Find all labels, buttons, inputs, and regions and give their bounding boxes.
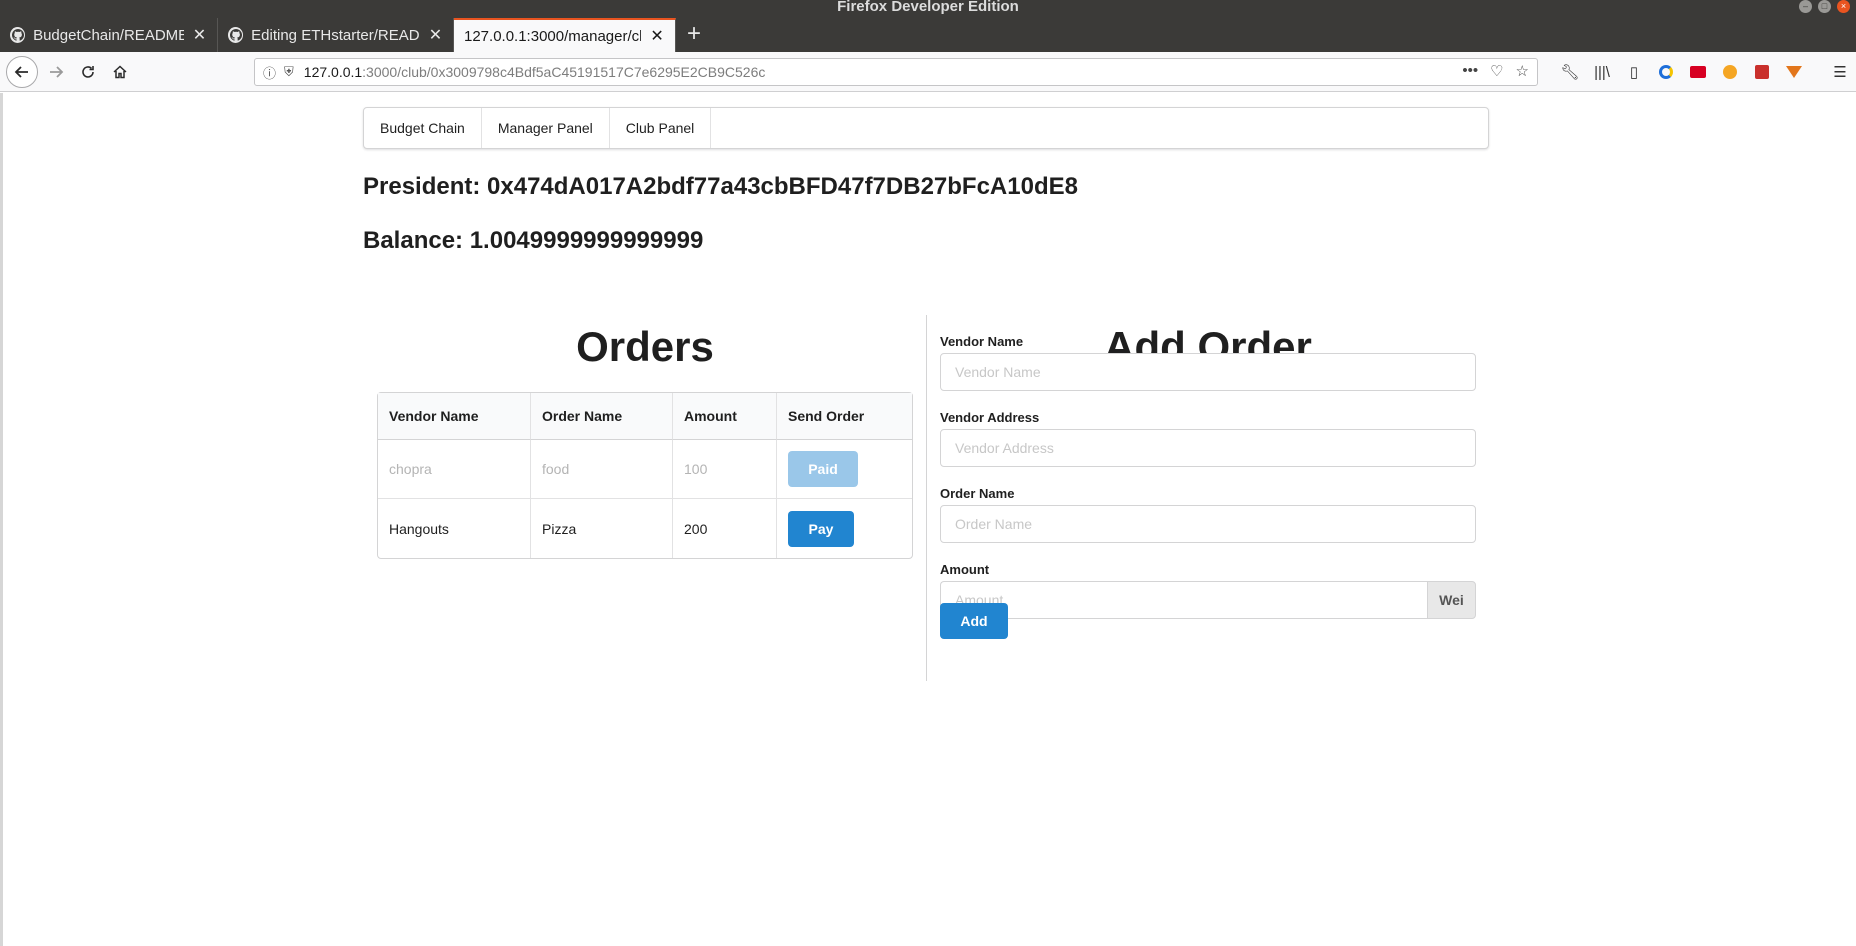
extension-icon[interactable]: [1720, 62, 1740, 82]
amount-input[interactable]: [940, 581, 1427, 619]
metamask-icon[interactable]: [1784, 62, 1804, 82]
send-order-cell: Paid: [777, 440, 912, 499]
amount-label: Amount: [940, 562, 990, 577]
browser-titlebar: Firefox Developer Edition – □ × BudgetCh…: [0, 0, 1856, 52]
column-header: Amount: [673, 393, 777, 440]
close-window-icon[interactable]: ×: [1837, 0, 1850, 13]
extension-icon[interactable]: [1656, 62, 1676, 82]
new-tab-button[interactable]: +: [676, 18, 712, 52]
github-icon: [10, 27, 26, 43]
tab-budgetchain-readme[interactable]: BudgetChain/README.m ✕: [0, 18, 218, 52]
club-balance: Balance: 1.0049999999999999: [363, 227, 704, 254]
column-header: Vendor Name: [378, 393, 531, 440]
add-order-button[interactable]: Add: [940, 603, 1008, 639]
window-title: Firefox Developer Edition: [837, 0, 1019, 15]
table-row: chopra food 100 Paid: [378, 440, 912, 499]
forward-button[interactable]: [40, 56, 72, 88]
menu-item-budget-chain[interactable]: Budget Chain: [364, 108, 482, 148]
order-cell: Pizza: [531, 499, 673, 558]
pay-button[interactable]: Pay: [788, 510, 854, 547]
vendor-address-input[interactable]: [940, 429, 1476, 467]
home-icon: [113, 65, 127, 79]
extension-icon[interactable]: [1752, 62, 1772, 82]
order-cell: food: [531, 440, 673, 499]
window-controls: – □ ×: [1799, 0, 1850, 13]
page-content: Budget Chain Manager Panel Club Panel Pr…: [0, 93, 1856, 946]
home-button[interactable]: [104, 56, 136, 88]
pocket-icon[interactable]: ♡: [1490, 62, 1503, 80]
amount-unit-label: Wei: [1427, 581, 1476, 619]
sidebar-icon[interactable]: ▯: [1624, 62, 1644, 82]
back-button[interactable]: [6, 56, 38, 88]
orders-heading: Orders: [576, 323, 714, 370]
table-header-row: Vendor Name Order Name Amount Send Order: [378, 393, 912, 440]
minimize-icon[interactable]: –: [1799, 0, 1812, 13]
tab-club-page[interactable]: 127.0.0.1:3000/manager/clu ✕: [454, 18, 676, 52]
tracking-protection-icon[interactable]: ⛨: [284, 64, 294, 80]
reload-icon: [82, 66, 94, 78]
close-tab-icon[interactable]: ✕: [428, 25, 443, 45]
column-header: Send Order: [777, 393, 912, 440]
close-tab-icon[interactable]: ✕: [192, 25, 207, 45]
url-bar[interactable]: ⓘ ⛨ 127.0.0.1:3000/club/0x3009798c4Bdf5a…: [254, 58, 1538, 86]
vendor-address-label: Vendor Address: [940, 410, 1040, 425]
vendor-name-input[interactable]: [940, 353, 1476, 391]
president-address: President: 0x474dA017A2bdf77a43cbBFD47f7…: [363, 173, 1078, 200]
amount-cell: 100: [673, 440, 777, 499]
vendor-cell: Hangouts: [378, 499, 531, 558]
more-icon[interactable]: •••: [1462, 62, 1478, 80]
back-arrow-icon: [14, 66, 28, 78]
top-menu: Budget Chain Manager Panel Club Panel: [363, 107, 1489, 149]
order-name-label: Order Name: [940, 486, 1015, 501]
vendor-cell: chopra: [378, 440, 531, 499]
toolbar-icons: 🔧︎ |||\ ▯ ☰: [1560, 62, 1850, 82]
tab-ethstarter-readme[interactable]: Editing ETHstarter/READ ✕: [218, 18, 454, 52]
extension-icon[interactable]: [1688, 62, 1708, 82]
amount-cell: 200: [673, 499, 777, 558]
order-name-input[interactable]: [940, 505, 1476, 543]
star-icon[interactable]: ☆: [1516, 62, 1529, 80]
close-tab-icon[interactable]: ✕: [649, 26, 665, 46]
tab-title: Editing ETHstarter/READ: [251, 26, 420, 44]
url-host: 127.0.0.1: [303, 64, 363, 80]
url-actions: ••• ♡ ☆: [1462, 62, 1529, 80]
paid-button: Paid: [788, 451, 858, 487]
github-icon: [228, 27, 244, 43]
send-order-cell: Pay: [777, 499, 912, 558]
maximize-icon[interactable]: □: [1818, 0, 1831, 13]
wrench-icon[interactable]: 🔧︎: [1560, 62, 1580, 82]
menu-item-club-panel[interactable]: Club Panel: [610, 108, 712, 148]
tab-strip: BudgetChain/README.m ✕ Editing ETHstarte…: [0, 18, 712, 52]
navigation-toolbar: ⓘ ⛨ 127.0.0.1:3000/club/0x3009798c4Bdf5a…: [0, 52, 1856, 92]
info-icon[interactable]: ⓘ: [263, 63, 276, 82]
menu-icon[interactable]: ☰: [1830, 62, 1850, 82]
orders-table: Vendor Name Order Name Amount Send Order…: [377, 392, 913, 559]
tab-title: BudgetChain/README.m: [33, 26, 184, 44]
url-path: :3000/club/0x3009798c4Bdf5aC45191517C7e6…: [362, 64, 766, 80]
column-header: Order Name: [531, 393, 673, 440]
table-row: Hangouts Pizza 200 Pay: [378, 499, 912, 558]
vendor-name-label: Vendor Name: [940, 334, 1024, 349]
url-text: 127.0.0.1:3000/club/0x3009798c4Bdf5aC451…: [304, 64, 766, 80]
forward-arrow-icon: [50, 66, 64, 78]
reload-button[interactable]: [72, 56, 104, 88]
menu-item-manager-panel[interactable]: Manager Panel: [482, 108, 610, 148]
vertical-divider: [926, 315, 927, 681]
tab-title: 127.0.0.1:3000/manager/clu: [464, 27, 642, 45]
library-icon[interactable]: |||\: [1592, 62, 1612, 82]
